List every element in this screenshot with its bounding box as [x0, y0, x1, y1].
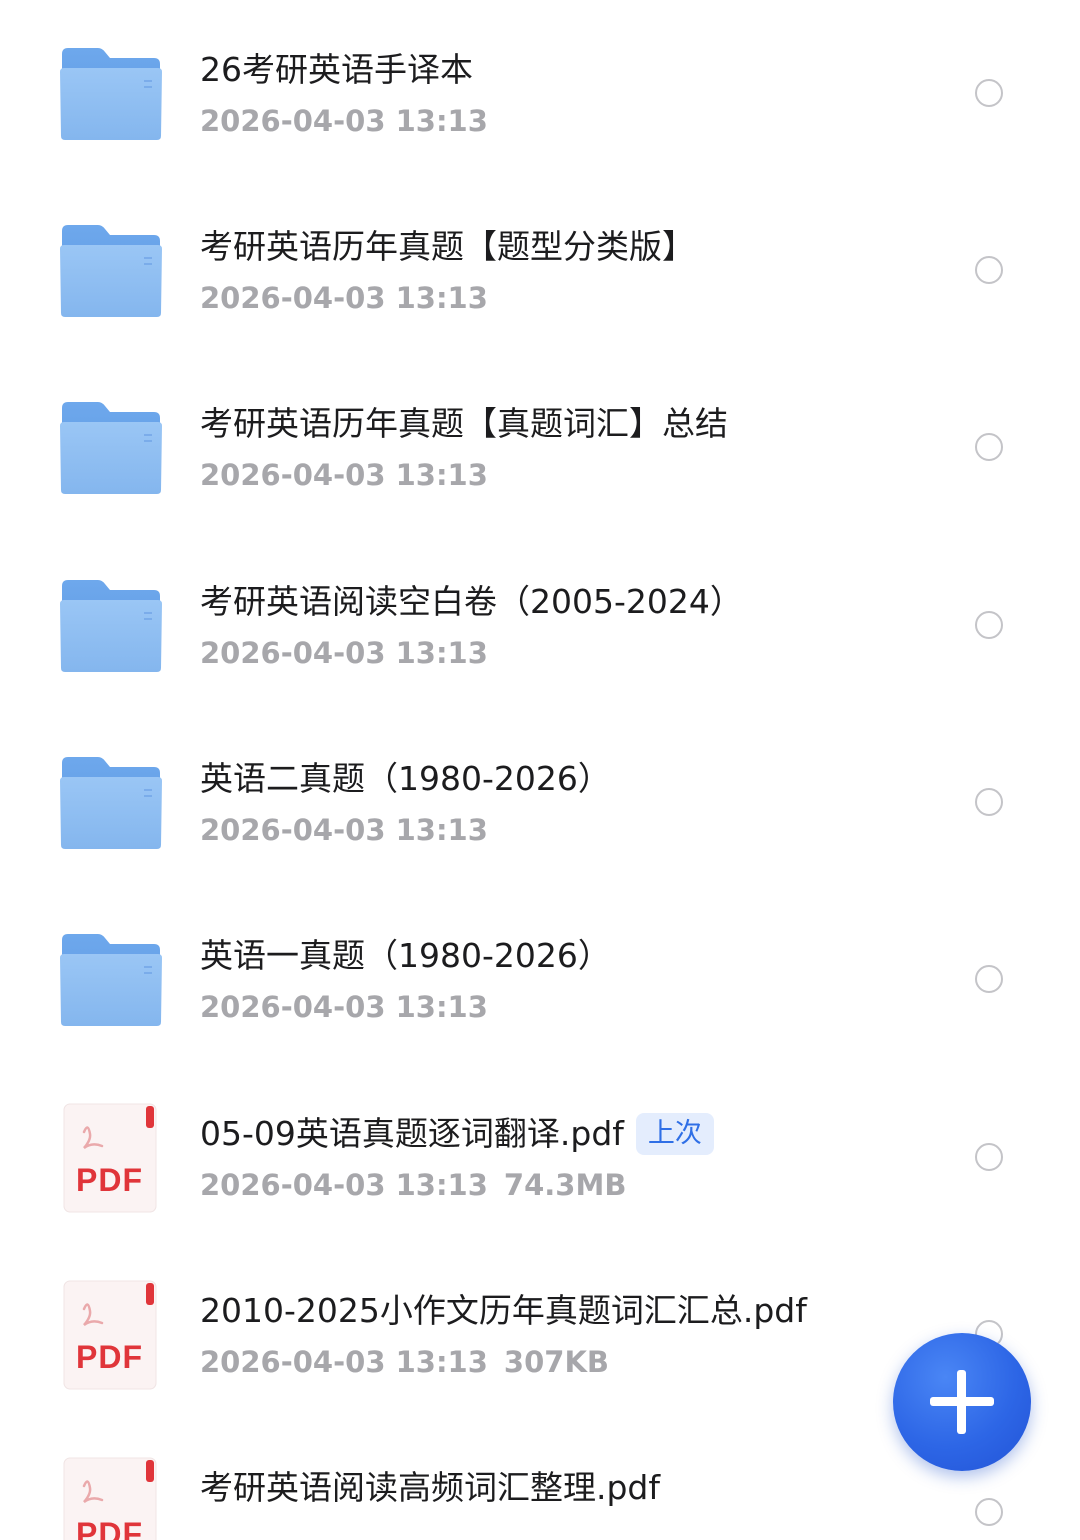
- file-name-text: 英语一真题（1980-2026）: [200, 936, 611, 975]
- pdf-label: PDF: [76, 1162, 143, 1198]
- file-meta: 2026-04-03 13:13 74.3MB: [200, 1165, 626, 1205]
- list-item[interactable]: 英语二真题（1980-2026） 2026-04-03 13:13: [0, 709, 1080, 886]
- file-meta: 2026-04-03 13:13: [200, 101, 488, 141]
- folder-icon: [60, 402, 162, 494]
- file-list: 26考研英语手译本 2026-04-03 13:13 考研英语历年真题【题型分类版…: [0, 0, 1080, 1540]
- file-name-text: 05-09英语真题逐词翻译.pdf: [200, 1114, 624, 1153]
- list-item[interactable]: 26考研英语手译本 2026-04-03 13:13: [0, 0, 1080, 177]
- select-radio[interactable]: [975, 1498, 1003, 1526]
- file-meta: 2026-04-03 13:13: [200, 633, 488, 673]
- file-meta: 2026-04-03 13:13: [200, 455, 488, 495]
- file-name: 考研英语阅读高频词汇整理.pdf: [200, 1465, 660, 1511]
- file-date: 2026-04-03 13:13: [200, 813, 488, 847]
- folder-icon: [60, 757, 162, 849]
- folder-icon: [60, 225, 162, 317]
- select-radio[interactable]: [975, 788, 1003, 816]
- file-name: 英语二真题（1980-2026）: [200, 756, 611, 802]
- pdf-file-icon: PDF: [62, 1279, 164, 1391]
- select-radio[interactable]: [975, 611, 1003, 639]
- file-name: 英语一真题（1980-2026）: [200, 933, 611, 979]
- file-meta: 2026-04-03 13:13: [200, 987, 488, 1027]
- pdf-label: PDF: [76, 1339, 143, 1375]
- pdf-label: PDF: [76, 1516, 143, 1540]
- file-name: 26考研英语手译本: [200, 47, 473, 93]
- file-size: 74.3MB: [503, 1168, 627, 1202]
- file-date: 2026-04-03 13:13: [200, 1168, 488, 1202]
- list-item[interactable]: PDF 05-09英语真题逐词翻译.pdf 上次 2026-04-03 13:13 74…: [0, 1064, 1080, 1241]
- file-name: 考研英语历年真题【真题词汇】总结: [200, 401, 728, 447]
- file-name-text: 考研英语历年真题【题型分类版】: [200, 227, 695, 266]
- file-name: 2010-2025小作文历年真题词汇汇总.pdf: [200, 1288, 807, 1334]
- folder-icon: [60, 580, 162, 672]
- file-name-text: 考研英语历年真题【真题词汇】总结: [200, 404, 728, 443]
- pdf-file-icon: PDF: [62, 1456, 164, 1540]
- list-item[interactable]: 考研英语历年真题【真题词汇】总结 2026-04-03 13:13: [0, 354, 1080, 531]
- file-date: 2026-04-03 13:13: [200, 104, 488, 138]
- file-name-text: 考研英语阅读空白卷（2005-2024）: [200, 582, 743, 621]
- file-size: 307KB: [503, 1345, 610, 1379]
- select-radio[interactable]: [975, 433, 1003, 461]
- folder-icon: [60, 48, 162, 140]
- folder-icon: [60, 934, 162, 1026]
- file-date: 2026-04-03 13:13: [200, 281, 488, 315]
- file-name-text: 考研英语阅读高频词汇整理.pdf: [200, 1468, 661, 1507]
- file-date: 2026-04-03 13:13: [200, 1345, 488, 1379]
- list-item[interactable]: 考研英语阅读空白卷（2005-2024） 2026-04-03 13:13: [0, 532, 1080, 709]
- file-meta: 2026-04-03 13:13: [200, 810, 488, 850]
- pdf-file-icon: PDF: [62, 1102, 164, 1214]
- file-name: 考研英语历年真题【题型分类版】: [200, 224, 695, 270]
- file-name-text: 26考研英语手译本: [200, 50, 473, 89]
- select-radio[interactable]: [975, 79, 1003, 107]
- select-radio[interactable]: [975, 1143, 1003, 1171]
- file-name-text: 英语二真题（1980-2026）: [200, 759, 611, 798]
- list-item[interactable]: 考研英语历年真题【题型分类版】 2026-04-03 13:13: [0, 177, 1080, 354]
- file-name: 考研英语阅读空白卷（2005-2024）: [200, 579, 743, 625]
- list-item[interactable]: 英语一真题（1980-2026） 2026-04-03 13:13: [0, 886, 1080, 1063]
- file-name: 05-09英语真题逐词翻译.pdf 上次: [200, 1111, 714, 1157]
- last-opened-badge: 上次: [635, 1113, 714, 1155]
- select-radio[interactable]: [975, 965, 1003, 993]
- file-name-text: 2010-2025小作文历年真题词汇汇总.pdf: [200, 1291, 807, 1330]
- select-radio[interactable]: [975, 256, 1003, 284]
- file-date: 2026-04-03 13:13: [200, 636, 488, 670]
- file-date: 2026-04-03 13:13: [200, 990, 488, 1024]
- add-button[interactable]: [893, 1333, 1031, 1471]
- file-date: 2026-04-03 13:13: [200, 458, 488, 492]
- file-meta: 2026-04-03 13:13 307KB: [200, 1342, 609, 1382]
- file-meta: 2026-04-03 13:13: [200, 278, 488, 318]
